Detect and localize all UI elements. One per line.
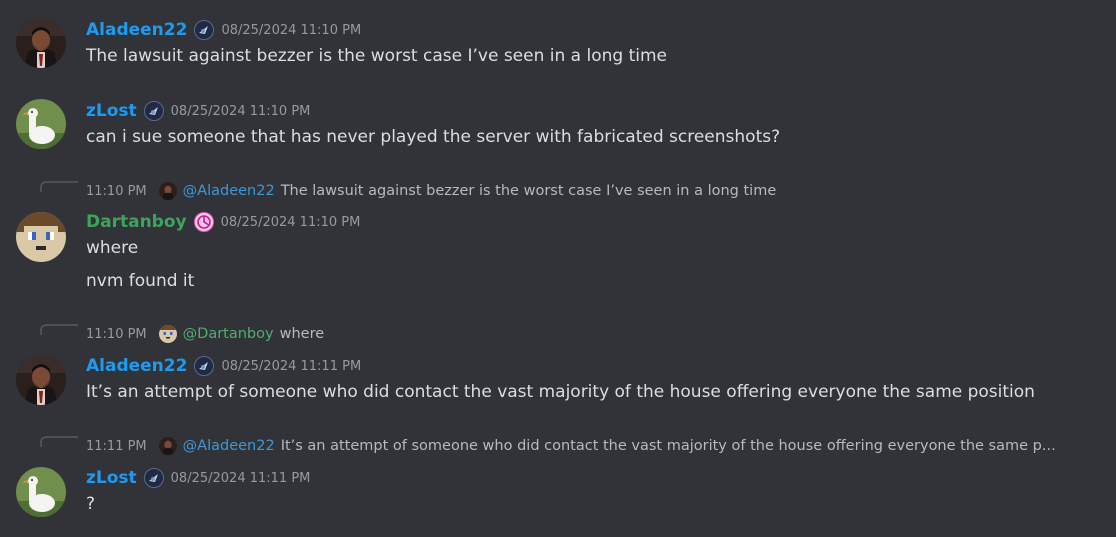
goose-avatar[interactable]	[16, 99, 66, 149]
goose-avatar[interactable]	[16, 467, 66, 517]
message-text: The lawsuit against bezzer is the worst …	[86, 46, 667, 66]
timestamp: 08/25/2024 11:10 PM	[220, 214, 361, 230]
aladeen-mini-avatar	[158, 182, 177, 200]
message-text: can i sue someone that has never played …	[86, 127, 781, 147]
clan-badge-icon[interactable]	[194, 356, 215, 376]
timestamp: 08/25/2024 11:11 PM	[221, 358, 362, 374]
reply-mention[interactable]: @Dartanboy	[183, 326, 274, 342]
reply-mention[interactable]: @Aladeen22	[183, 438, 275, 454]
timestamp: 08/25/2024 11:11 PM	[170, 470, 311, 486]
chat-log: Aladeen22 08/25/2024 11:10 PM The lawsui…	[0, 0, 1116, 537]
message-text: where	[86, 238, 139, 258]
aladeen-avatar[interactable]	[16, 18, 66, 68]
reply-mention[interactable]: @Aladeen22	[183, 183, 275, 199]
aladeen-avatar[interactable]	[16, 355, 66, 405]
username[interactable]: Dartanboy	[86, 212, 187, 232]
reply-spine	[40, 436, 78, 447]
reply-spine	[40, 181, 78, 192]
reply-text: It’s an attempt of someone who did conta…	[280, 438, 1056, 454]
pink-badge-icon[interactable]	[193, 212, 214, 232]
aladeen-mini-avatar	[158, 437, 177, 455]
reply-timestamp: 11:10 PM	[86, 326, 147, 342]
reply-preview[interactable]: 11:10 PM @Dartanboy where	[86, 324, 324, 344]
username[interactable]: zLost	[86, 101, 137, 121]
clan-badge-icon[interactable]	[194, 20, 215, 40]
reply-timestamp: 11:10 PM	[86, 183, 147, 199]
username[interactable]: zLost	[86, 468, 137, 488]
reply-spine	[40, 324, 78, 335]
reply-text: where	[279, 326, 325, 342]
pixel-face-avatar[interactable]	[16, 212, 66, 262]
reply-preview[interactable]: 11:10 PM @Aladeen22 The lawsuit against …	[86, 181, 776, 201]
message-text: ?	[86, 494, 96, 514]
message-text: It’s an attempt of someone who did conta…	[86, 382, 1035, 402]
reply-preview[interactable]: 11:11 PM @Aladeen22 It’s an attempt of s…	[86, 436, 1056, 456]
clan-badge-icon[interactable]	[143, 101, 164, 121]
message-text: nvm found it	[86, 271, 195, 291]
timestamp: 08/25/2024 11:10 PM	[170, 103, 311, 119]
username[interactable]: Aladeen22	[86, 20, 187, 40]
timestamp: 08/25/2024 11:10 PM	[221, 22, 362, 38]
username[interactable]: Aladeen22	[86, 356, 187, 376]
reply-text: The lawsuit against bezzer is the worst …	[280, 183, 777, 199]
dartanboy-mini-avatar	[158, 325, 177, 343]
clan-badge-icon[interactable]	[143, 468, 164, 488]
reply-timestamp: 11:11 PM	[86, 438, 147, 454]
